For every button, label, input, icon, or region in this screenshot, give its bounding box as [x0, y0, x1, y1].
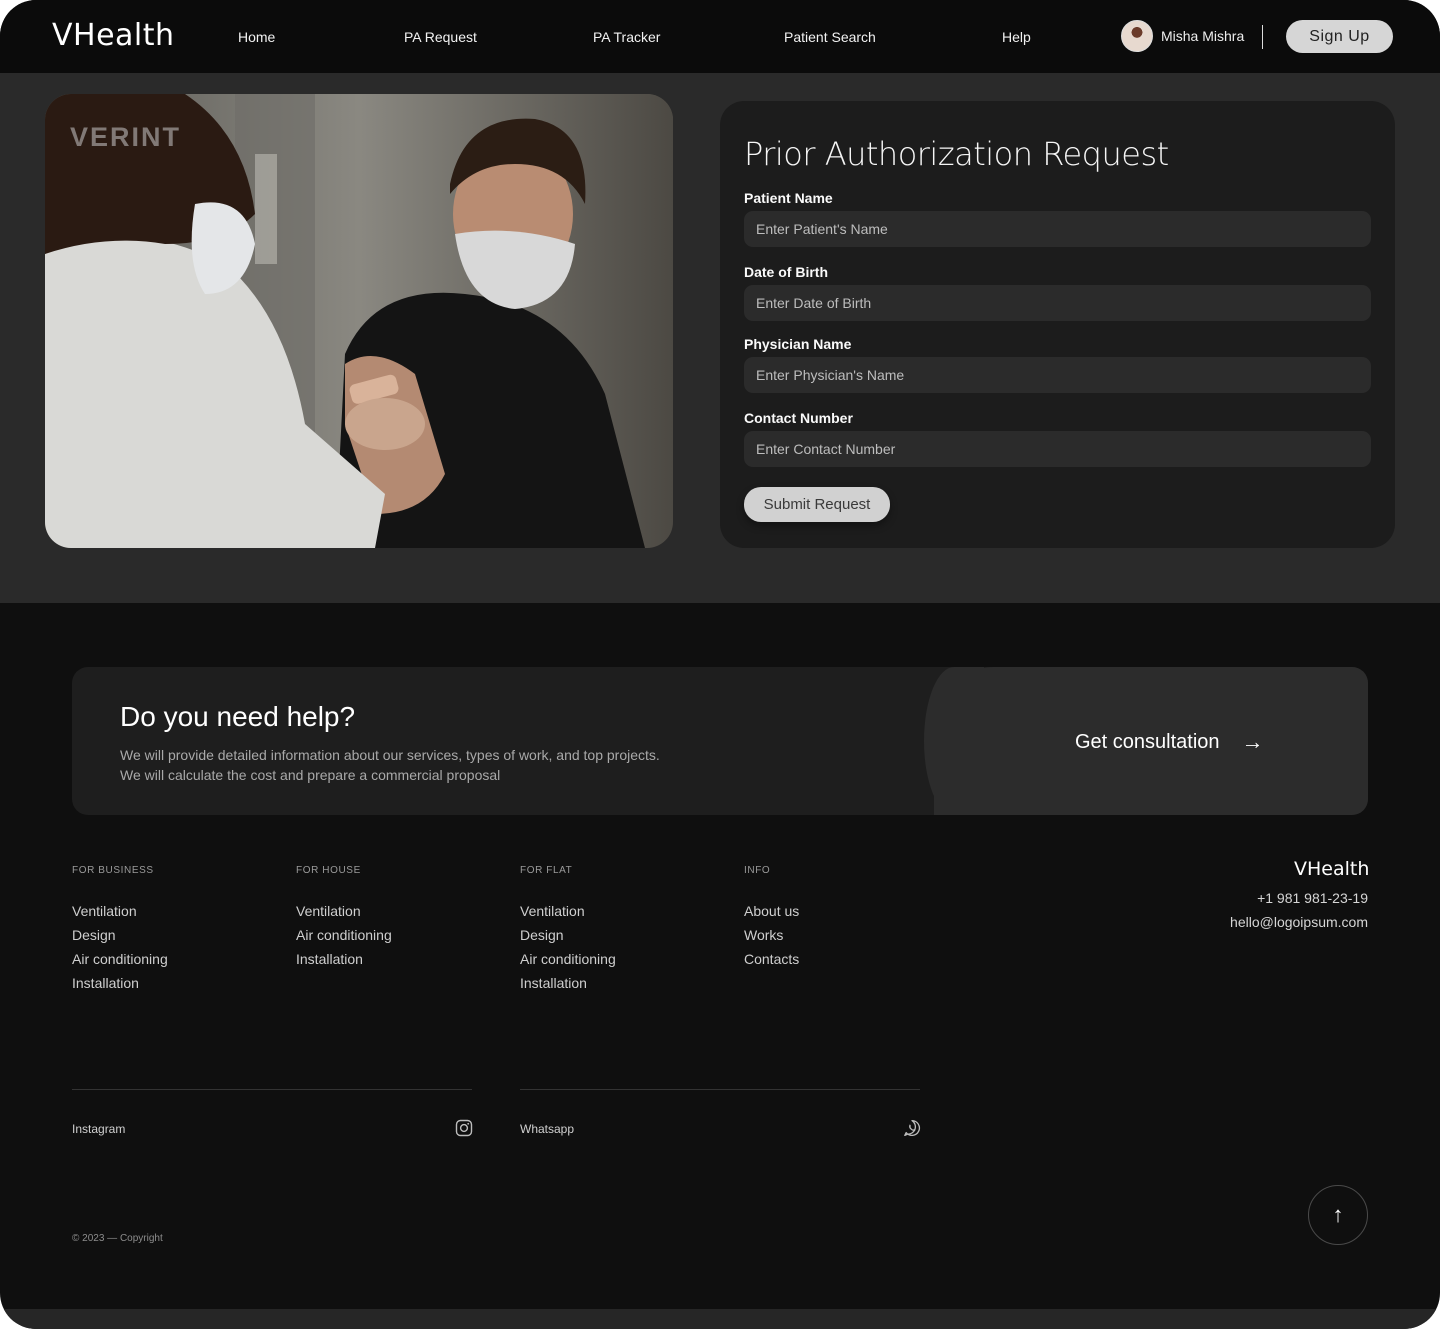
top-navigation-bar: VHealth Home PA Request PA Tracker Patie… — [0, 0, 1440, 73]
patient-name-input[interactable] — [744, 211, 1371, 247]
nav-home[interactable]: Home — [238, 29, 275, 45]
hero-photo: VERINT — [45, 94, 673, 548]
help-line-1: We will provide detailed information abo… — [120, 747, 660, 763]
patient-name-label: Patient Name — [744, 190, 833, 206]
footer-phone[interactable]: +1 981 981-23-19 — [1068, 890, 1368, 906]
footer-logo[interactable]: VHealth — [1294, 858, 1369, 880]
footer-column-title-info: INFO — [744, 865, 771, 876]
footer-link[interactable]: Air conditioning — [296, 927, 392, 943]
whatsapp-icon[interactable] — [903, 1119, 921, 1137]
hero-section: VERINT Prior Authorization Request Patie… — [0, 73, 1440, 603]
date-of-birth-input[interactable] — [744, 285, 1371, 321]
help-title: Do you need help? — [120, 701, 356, 732]
copyright-text: © 2023 — Copyright — [72, 1233, 163, 1244]
footer-link-contacts[interactable]: Contacts — [744, 951, 799, 967]
footer-divider — [520, 1089, 920, 1090]
footer-link[interactable]: Installation — [520, 975, 587, 991]
footer-link[interactable]: Design — [520, 927, 564, 943]
submit-request-button[interactable]: Submit Request — [744, 487, 890, 522]
header-divider — [1262, 25, 1263, 49]
nav-patient-search[interactable]: Patient Search — [784, 29, 876, 45]
user-profile[interactable]: Misha Mishra — [1121, 20, 1244, 52]
footer-link[interactable]: Installation — [296, 951, 363, 967]
scroll-to-top-button[interactable]: ↑ — [1308, 1185, 1368, 1245]
footer-link[interactable]: Ventilation — [72, 903, 137, 919]
footer-column-title-business: FOR BUSINESS — [72, 865, 154, 876]
watermark-logo: VERINT — [70, 122, 182, 152]
footer-link[interactable]: Air conditioning — [72, 951, 168, 967]
instagram-icon[interactable] — [455, 1119, 473, 1137]
prior-authorization-form: Prior Authorization Request Patient Name… — [720, 101, 1395, 548]
brand-logo[interactable]: VHealth — [52, 18, 175, 53]
footer-link-about[interactable]: About us — [744, 903, 799, 919]
footer-column-title-house: FOR HOUSE — [296, 865, 361, 876]
bottom-strip — [0, 1309, 1440, 1329]
instagram-link[interactable]: Instagram — [72, 1122, 125, 1136]
physician-name-label: Physician Name — [744, 336, 852, 352]
form-title: Prior Authorization Request — [744, 135, 1169, 173]
avatar — [1121, 20, 1153, 52]
footer-link[interactable]: Ventilation — [296, 903, 361, 919]
get-consultation-link[interactable]: Get consultation → — [1075, 729, 1264, 755]
sign-up-button[interactable]: Sign Up — [1286, 20, 1393, 53]
footer-column-title-flat: FOR FLAT — [520, 865, 573, 876]
footer-email[interactable]: hello@logoipsum.com — [1068, 914, 1368, 930]
footer-link[interactable]: Air conditioning — [520, 951, 616, 967]
help-description: We will provide detailed information abo… — [120, 745, 660, 785]
user-name: Misha Mishra — [1161, 28, 1245, 44]
footer-link[interactable]: Ventilation — [520, 903, 585, 919]
whatsapp-link[interactable]: Whatsapp — [520, 1122, 574, 1136]
page-frame: VHealth Home PA Request PA Tracker Patie… — [0, 0, 1440, 1329]
help-line-2: We will calculate the cost and prepare a… — [120, 767, 501, 783]
arrow-right-icon: → — [1241, 729, 1264, 754]
footer-link[interactable]: Installation — [72, 975, 139, 991]
help-banner: Do you need help? We will provide detail… — [72, 667, 1368, 815]
physician-name-input[interactable] — [744, 357, 1371, 393]
arrow-up-icon: ↑ — [1332, 1202, 1344, 1227]
nav-pa-tracker[interactable]: PA Tracker — [593, 29, 660, 45]
contact-number-input[interactable] — [744, 431, 1371, 467]
footer-link-works[interactable]: Works — [744, 927, 783, 943]
footer-link[interactable]: Design — [72, 927, 116, 943]
contact-number-label: Contact Number — [744, 410, 853, 426]
date-of-birth-label: Date of Birth — [744, 264, 828, 280]
footer-divider — [72, 1089, 472, 1090]
nav-pa-request[interactable]: PA Request — [404, 29, 477, 45]
nav-help[interactable]: Help — [1002, 29, 1031, 45]
get-consultation-label: Get consultation — [1075, 730, 1220, 753]
vaccination-illustration — [45, 94, 673, 548]
